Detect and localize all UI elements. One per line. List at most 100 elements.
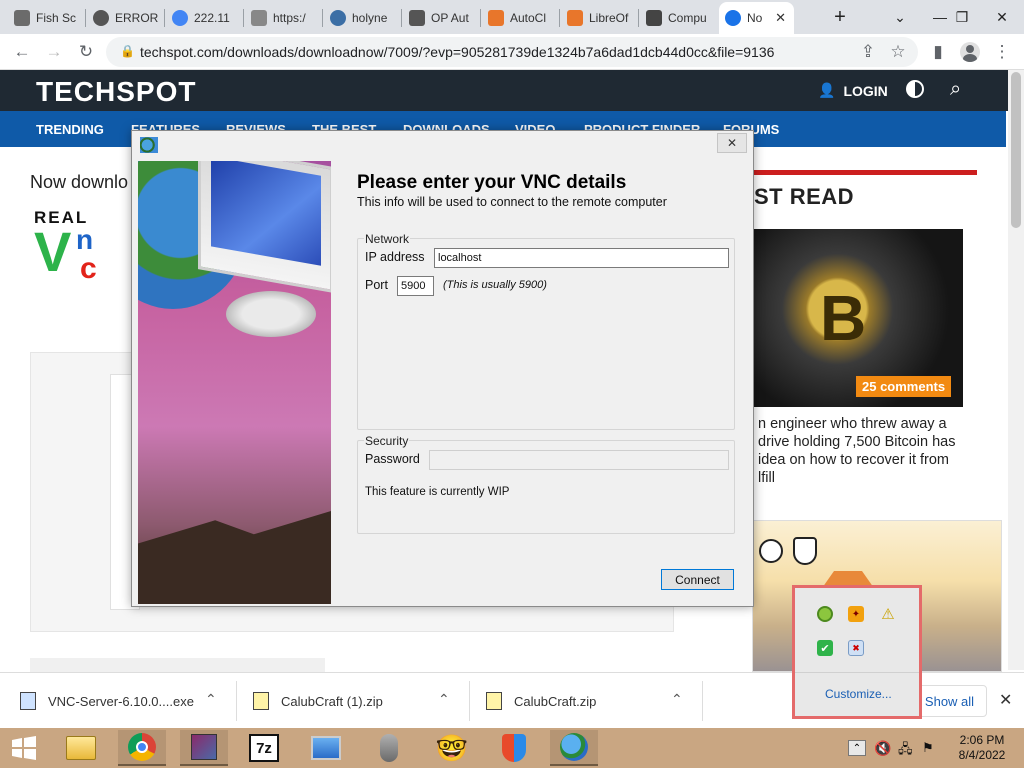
winrar-icon[interactable]	[180, 730, 228, 766]
must-read-heading: ST READ	[754, 184, 855, 209]
search-icon[interactable]: ⌕	[950, 78, 961, 101]
port-input[interactable]	[397, 276, 434, 296]
menu-kebab-icon[interactable]: ⋮	[990, 40, 1014, 64]
exe-file-icon	[20, 692, 36, 710]
dark-mode-toggle-icon[interactable]	[906, 80, 924, 98]
download-chevron-up-icon[interactable]: ⌃	[671, 691, 683, 708]
restore-button[interactable]: ❐	[942, 0, 982, 34]
tab-1[interactable]: Fish Sc	[8, 2, 83, 34]
taskbar-clock[interactable]: 2:06 PM 8/4/2022	[950, 733, 1014, 763]
port-hint: (This is usually 5900)	[443, 279, 547, 291]
tray-shield-icon[interactable]: ✦	[848, 606, 864, 622]
login-link[interactable]: 👤 LOGIN	[818, 82, 888, 99]
zip-file-icon	[486, 692, 502, 710]
vnc-taskbar-icon[interactable]	[550, 730, 598, 766]
forest-service-badge-icon	[793, 537, 817, 565]
tab-9[interactable]: Compu	[640, 2, 715, 34]
tab-8[interactable]: LibreOf	[561, 2, 636, 34]
page-block	[30, 658, 325, 672]
nerd-face-icon[interactable]: 🤓	[428, 730, 476, 766]
nav-trending[interactable]: TRENDING	[36, 122, 104, 137]
profile-avatar-icon[interactable]	[958, 40, 982, 64]
tray-warning-icon[interactable]: ⚠	[880, 606, 896, 623]
tray-app-green-icon[interactable]	[817, 606, 833, 622]
download-item-calubcraft-1[interactable]: CalubCraft (1).zip	[253, 673, 383, 729]
techspot-logo[interactable]: TECHSPOT	[36, 76, 196, 108]
tab-label: OP Aut	[431, 11, 469, 25]
techspot-icon	[725, 10, 741, 26]
security-group-label: Security	[364, 434, 410, 448]
tray-check-icon[interactable]: ✔	[817, 640, 833, 656]
page-scrollbar[interactable]	[1008, 70, 1024, 670]
new-tab-button[interactable]: +	[820, 0, 860, 34]
article-headline[interactable]: n engineer who threw away a drive holdin…	[758, 415, 988, 487]
tab-label: LibreOf	[589, 11, 629, 25]
tab-6[interactable]: OP Aut	[403, 2, 478, 34]
bitcoin-article-image[interactable]: B 25 comments	[754, 229, 963, 407]
tray-network-error-icon[interactable]: ✖	[848, 640, 864, 656]
password-input-disabled	[429, 450, 729, 470]
scrollbar-thumb[interactable]	[1011, 72, 1021, 228]
network-group-label: Network	[364, 232, 411, 246]
dialog-subtitle: This info will be used to connect to the…	[357, 195, 667, 209]
show-all-button[interactable]: Show all	[912, 685, 987, 717]
user-icon: 👤	[818, 82, 836, 98]
side-panel-icon[interactable]: ▮	[926, 40, 950, 64]
tab-5[interactable]: holyne	[324, 2, 399, 34]
tree-badge-icon	[759, 539, 783, 563]
tab-label: No	[747, 11, 763, 25]
tab-search-chevron-icon[interactable]: ⌄	[880, 0, 920, 34]
chrome-icon[interactable]	[118, 730, 166, 766]
tab-label: https:/	[273, 11, 306, 25]
diamond-icon	[567, 10, 583, 26]
tab-3[interactable]: 222.11	[166, 2, 241, 34]
tab-label: Fish Sc	[36, 11, 77, 25]
browser-tab-strip: Fish Sc ERROR 222.11 https:/ holyne OP Aut Aut…	[0, 0, 1024, 34]
bitcoin-icon: B	[820, 282, 867, 354]
sidebar-accent-bar	[752, 170, 977, 175]
back-button[interactable]: ←	[10, 40, 34, 64]
mountain-graphic	[138, 511, 331, 604]
shield-icon	[409, 10, 425, 26]
reload-button[interactable]: ↻	[74, 40, 98, 64]
tab-2[interactable]: ERROR	[87, 2, 162, 34]
monitor-app-icon[interactable]	[302, 730, 350, 766]
download-item-vnc-server[interactable]: VNC-Server-6.10.0....exe	[20, 673, 194, 729]
globe-icon	[93, 10, 109, 26]
start-button[interactable]	[0, 730, 48, 766]
download-chevron-up-icon[interactable]: ⌃	[205, 691, 217, 708]
forward-button[interactable]: →	[42, 40, 66, 64]
close-download-bar-icon[interactable]: ✕	[999, 690, 1012, 710]
diamond-icon	[488, 10, 504, 26]
dialog-close-button[interactable]: ✕	[717, 133, 747, 153]
tab-10[interactable]: No ✕	[719, 2, 794, 34]
download-chevron-up-icon[interactable]: ⌃	[438, 691, 450, 708]
comments-badge[interactable]: 25 comments	[856, 376, 952, 397]
customize-link[interactable]: Customize...	[825, 687, 892, 701]
tab-4[interactable]: https:/	[245, 2, 320, 34]
volume-muted-icon[interactable]: 🔇	[874, 740, 891, 757]
dialog-side-art	[138, 161, 331, 604]
tab-label: 222.11	[194, 11, 230, 25]
show-hidden-icons-button[interactable]: ⌃	[848, 740, 866, 756]
password-label: Password	[365, 452, 420, 466]
globe-icon	[330, 10, 346, 26]
network-icon[interactable]: 🖧	[898, 740, 913, 762]
dialog-title: Please enter your VNC details	[357, 172, 627, 193]
realvnc-logo: REAL V n c	[34, 208, 97, 285]
sevenzip-icon[interactable]: 7z	[240, 730, 288, 766]
close-window-button[interactable]: ✕	[982, 0, 1022, 34]
address-bar[interactable]: 🔒 techspot.com/downloads/downloadnow/700…	[106, 37, 918, 67]
tab-7[interactable]: AutoCl	[482, 2, 557, 34]
action-center-flag-icon[interactable]: ⚑	[922, 740, 934, 756]
security-shield-icon[interactable]	[490, 730, 538, 766]
file-explorer-icon[interactable]	[57, 730, 105, 766]
bookmark-star-icon[interactable]: ☆	[886, 40, 910, 64]
tab-label: holyne	[352, 11, 388, 25]
ip-address-input[interactable]	[434, 248, 729, 268]
download-item-calubcraft[interactable]: CalubCraft.zip	[486, 673, 596, 729]
close-tab-icon[interactable]: ✕	[775, 10, 786, 26]
share-icon[interactable]: ⇪	[856, 40, 880, 64]
mouse-icon[interactable]	[365, 730, 413, 766]
connect-button[interactable]: Connect	[661, 569, 734, 590]
